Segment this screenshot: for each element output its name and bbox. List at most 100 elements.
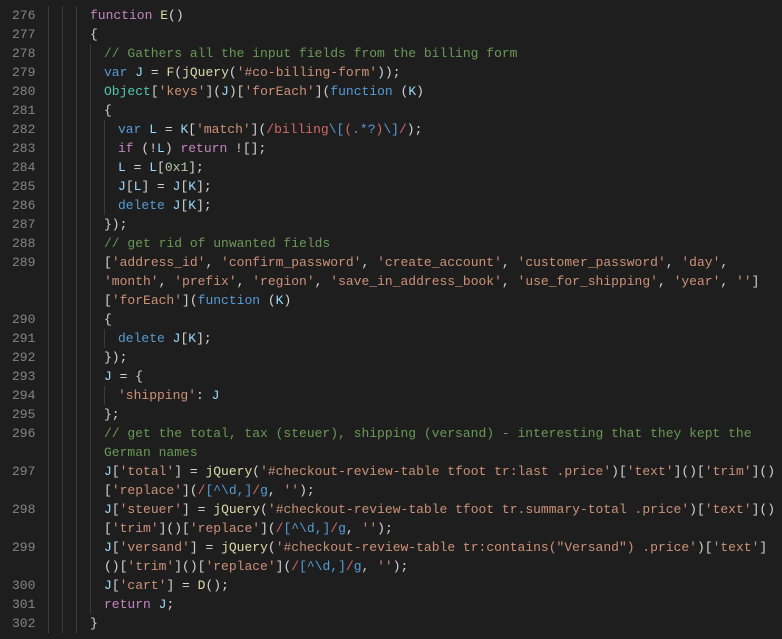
token-blue: delete <box>118 198 165 213</box>
code-line[interactable]: J['total'] = jQuery('#checkout-review-ta… <box>46 462 775 481</box>
code-line[interactable]: ['address_id', 'confirm_password', 'crea… <box>46 253 775 272</box>
code-line[interactable]: var L = K['match'](/billing\[(.*?)\]/); <box>46 120 775 139</box>
code-line[interactable]: 'month', 'prefix', 'region', 'save_in_ad… <box>46 272 775 291</box>
token-pun: ] = <box>190 540 221 555</box>
token-str: '' <box>377 559 393 574</box>
token-str: 'prefix' <box>174 274 236 289</box>
token-pun: )[ <box>611 464 627 479</box>
token-pun: = <box>157 122 180 137</box>
token-pun: ]() <box>752 464 775 479</box>
token-pun: ); <box>299 483 315 498</box>
token-pun: () <box>168 8 184 23</box>
token-pun <box>151 597 159 612</box>
token-str: 'year' <box>674 274 721 289</box>
code-line[interactable]: // get the total, tax (steuer), shipping… <box>46 424 775 443</box>
token-pun: , <box>666 255 682 270</box>
code-line[interactable]: if (!L) return ![]; <box>46 139 775 158</box>
token-reg: ( <box>344 122 352 137</box>
line-number: 276 <box>12 6 34 25</box>
code-line[interactable]: }); <box>46 215 775 234</box>
code-line[interactable]: J['cart'] = D(); <box>46 576 775 595</box>
line-number: 286 <box>12 196 34 215</box>
code-line[interactable]: ['replace'](/[^\d,]/g, ''); <box>46 481 775 500</box>
code-line[interactable]: }); <box>46 348 775 367</box>
token-cmt: // get the total, tax (steuer), shipping… <box>104 426 759 441</box>
code-line[interactable]: L = L[0x1]; <box>46 158 775 177</box>
code-line[interactable]: var J = F(jQuery('#co-billing-form')); <box>46 63 775 82</box>
code-line[interactable]: // get rid of unwanted fields <box>46 234 775 253</box>
token-str: 'steuer' <box>120 502 182 517</box>
code-area[interactable]: function E(){// Gathers all the input fi… <box>44 0 775 639</box>
token-str: '#co-billing-form' <box>237 65 377 80</box>
code-line[interactable]: } <box>46 614 775 633</box>
token-pun: , <box>159 274 175 289</box>
token-pun: : <box>196 388 212 403</box>
token-pun: ]( <box>205 84 221 99</box>
token-pun: ] = <box>166 578 197 593</box>
token-blue: g <box>338 521 346 536</box>
token-pun: ( <box>252 464 260 479</box>
code-line[interactable]: // Gathers all the input fields from the… <box>46 44 775 63</box>
token-str: 'text' <box>705 502 752 517</box>
token-pun: ( <box>260 502 268 517</box>
code-line[interactable]: J['steuer'] = jQuery('#checkout-review-t… <box>46 500 775 519</box>
token-blue: var <box>118 122 141 137</box>
token-pun: ! <box>227 141 243 156</box>
token-cmt: // Gathers all the input fields from the… <box>104 46 517 61</box>
token-fn: jQuery <box>213 502 260 517</box>
code-line[interactable]: delete J[K]; <box>46 329 775 348</box>
code-line[interactable]: delete J[K]; <box>46 196 775 215</box>
token-type: Object <box>104 84 151 99</box>
token-pun: [ <box>112 578 120 593</box>
line-number: 287 <box>12 215 34 234</box>
token-pun: ]()[ <box>159 521 190 536</box>
token-str: 'create_account' <box>377 255 502 270</box>
code-line[interactable]: { <box>46 101 775 120</box>
token-pun: , <box>658 274 674 289</box>
code-line[interactable]: J['versand'] = jQuery('#checkout-review-… <box>46 538 775 557</box>
code-line[interactable]: J[L] = J[K]; <box>46 177 775 196</box>
line-number: 284 <box>12 158 34 177</box>
token-pun: ]( <box>251 122 267 137</box>
code-line[interactable]: ()['trim']()['replace'](/[^\d,]/g, ''); <box>46 557 775 576</box>
code-line[interactable]: { <box>46 310 775 329</box>
token-var: J <box>118 179 126 194</box>
code-line[interactable]: ['trim']()['replace'](/[^\d,]/g, ''); <box>46 519 775 538</box>
token-str: 'replace' <box>112 483 182 498</box>
token-kw: function <box>90 8 152 23</box>
code-line[interactable]: }; <box>46 405 775 424</box>
token-pun: ]; <box>196 179 212 194</box>
token-pun: = <box>143 65 166 80</box>
code-line[interactable]: { <box>46 25 775 44</box>
token-blue: [^\d,] <box>205 483 252 498</box>
line-number <box>12 443 34 462</box>
token-var: J <box>104 578 112 593</box>
code-line[interactable]: J = { <box>46 367 775 386</box>
token-pun: ( <box>268 540 276 555</box>
token-cmt: // get rid of unwanted fields <box>104 236 330 251</box>
code-line[interactable]: German names <box>46 443 775 462</box>
token-var: J <box>104 540 112 555</box>
line-number <box>12 519 34 538</box>
token-pun: ) <box>283 293 291 308</box>
token-pun: }); <box>104 217 127 232</box>
token-var: J <box>212 388 220 403</box>
line-number: 291 <box>12 329 34 348</box>
code-line[interactable]: 'shipping': J <box>46 386 775 405</box>
line-number: 281 <box>12 101 34 120</box>
token-blue: [^\d,] <box>283 521 330 536</box>
code-line[interactable]: function E() <box>46 6 775 25</box>
token-fn: jQuery <box>182 65 229 80</box>
token-str: 'match' <box>196 122 251 137</box>
code-editor[interactable]: 2762772782792802812822832842852862872882… <box>0 0 782 639</box>
token-var: J <box>135 65 143 80</box>
code-line[interactable]: return J; <box>46 595 775 614</box>
token-str: 'trim' <box>705 464 752 479</box>
line-number: 280 <box>12 82 34 101</box>
code-line[interactable]: Object['keys'](J)['forEach'](function (K… <box>46 82 775 101</box>
token-var: J <box>221 84 229 99</box>
token-str: 'region' <box>252 274 314 289</box>
code-line[interactable]: ['forEach'](function (K) <box>46 291 775 310</box>
token-reg: / <box>346 559 354 574</box>
token-pun: ]( <box>182 293 198 308</box>
